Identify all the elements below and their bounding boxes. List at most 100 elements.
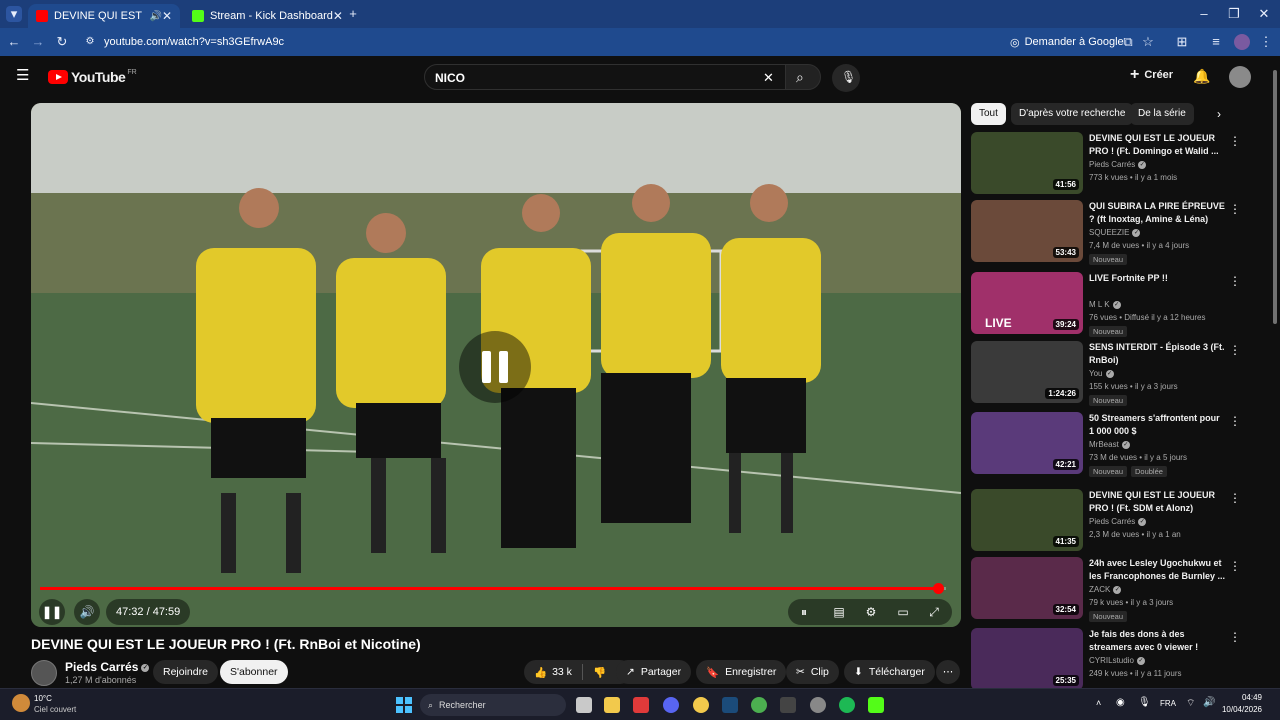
more-vertical-icon[interactable]: ⋮ [1229,343,1241,357]
browser-menu-icon[interactable]: ⋮ [1258,34,1274,50]
tray-overflow-chevron-icon[interactable]: ˄ [1096,698,1101,708]
steam-icon[interactable] [722,697,738,713]
search-button[interactable]: ⌕ [785,64,821,90]
ask-google-button[interactable]: ◎ Demander à Google [1010,34,1124,50]
tab-kick[interactable]: Stream - Kick Dashboard ✕ [184,4,343,28]
chips-next-chevron-icon[interactable]: › [1217,107,1221,121]
spotify-icon[interactable] [839,697,855,713]
account-avatar[interactable] [1229,66,1251,88]
pause-button[interactable]: ❚❚ [39,599,65,625]
volume-button[interactable]: 🔊 [74,599,100,625]
create-button[interactable]: + Créer [1130,67,1173,83]
recommendation-channel[interactable]: Pieds Carrés ✓ [1089,160,1147,169]
recommendation-channel[interactable]: Pieds Carrés ✓ [1089,517,1147,526]
site-info-icon[interactable]: ⚙ [82,34,98,50]
scrollbar-thumb[interactable] [1273,70,1277,324]
url-field[interactable]: youtube.com/watch?v=sh3GEfrwA9c [104,36,284,48]
recommendation-channel[interactable]: ZACK ✓ [1089,585,1122,594]
weather-icon[interactable] [12,694,30,712]
media-app-icon[interactable] [633,697,649,713]
recommendation-title[interactable]: 24h avec Lesley Ugochukwu et les Francop… [1089,557,1227,583]
voice-search-button[interactable]: 🎙 [832,64,860,92]
theater-mode-icon[interactable]: ▭ [895,604,911,620]
join-button[interactable]: Rejoindre [153,660,218,684]
recommendation-title[interactable]: 50 Streamers s'affrontent pour 1 000 000… [1089,412,1227,438]
bookmark-star-icon[interactable]: ☆ [1140,34,1156,50]
fullscreen-icon[interactable]: ⤢ [926,604,942,620]
more-vertical-icon[interactable]: ⋮ [1229,559,1241,573]
recommendation-thumbnail[interactable]: 1:24:26 [971,341,1083,403]
recommendation-channel[interactable]: CYRILstudio ✓ [1089,656,1145,665]
wifi-icon[interactable]: ⌔ [1186,697,1195,710]
recommendation-item[interactable]: 41:56 DEVINE QUI EST LE JOUEUR PRO ! (Ft.… [971,132,1267,196]
subscribe-button[interactable]: S'abonner [220,660,288,684]
channel-avatar[interactable] [31,660,57,686]
save-button[interactable]: 🔖 Enregistrer [696,660,787,684]
recommendation-thumbnail[interactable]: 53:43 [971,200,1083,262]
page-scrollbar[interactable] [1270,56,1280,688]
minimize-icon[interactable]: – [1196,6,1212,22]
clip-button[interactable]: ✂ Clip [786,660,839,684]
new-tab-icon[interactable]: + [345,6,361,22]
restore-icon[interactable]: ❐ [1226,6,1242,22]
recommendation-item[interactable]: 25:35 Je fais des dons à des streamers av… [971,628,1267,692]
recommendation-title[interactable]: LIVE Fortnite PP !! [1089,272,1227,285]
thumbs-down-icon[interactable]: 👎 [593,666,606,679]
recommendation-title[interactable]: SENS INTERDIT - Épisode 3 (Ft. RnBoi) [1089,341,1227,367]
recommendation-item[interactable]: 42:21 50 Streamers s'affrontent pour 1 00… [971,412,1267,477]
taskbar-search-box[interactable]: ⌕ Rechercher [420,694,566,716]
search-input[interactable]: NICO ✕ [424,64,786,90]
recommendation-channel[interactable]: SQUEEZIE ✓ [1089,228,1141,237]
more-vertical-icon[interactable]: ⋮ [1229,202,1241,216]
recommendation-thumbnail[interactable]: 41:35 [971,489,1083,551]
close-tab-icon[interactable]: ✕ [333,9,343,23]
recommendation-title[interactable]: DEVINE QUI EST LE JOUEUR PRO ! (Ft. Domi… [1089,132,1227,158]
recommendation-item[interactable]: 1:24:26 SENS INTERDIT - Épisode 3 (Ft. Rn… [971,341,1267,406]
youtube-logo[interactable]: YouTube FR [48,69,137,85]
recommendation-channel[interactable]: MrBeast ✓ [1089,440,1130,449]
recommendation-thumbnail[interactable]: 25:35 [971,628,1083,690]
autoplay-toggle-icon[interactable]: ⏸ [796,604,812,620]
hamburger-menu-icon[interactable]: ☰ [16,68,32,83]
clock-time[interactable]: 04:49 [1226,693,1262,702]
reload-icon[interactable]: ↻ [54,34,70,50]
profile-avatar-icon[interactable] [1234,34,1250,50]
like-button[interactable]: 👍 33 k [534,666,572,679]
recommendation-channel[interactable]: M L K ✓ [1089,300,1121,309]
language-indicator[interactable]: FRA [1160,699,1176,708]
recommendation-title[interactable]: DEVINE QUI EST LE JOUEUR PRO ! (Ft. SDM … [1089,489,1227,515]
forward-icon[interactable]: → [30,34,46,50]
clock-date[interactable]: 10/04/2026 [1218,705,1262,714]
tab-list-chevron-icon[interactable]: ▾ [6,6,22,22]
recommendation-thumbnail[interactable]: 42:21 [971,412,1083,474]
tab-youtube[interactable]: DEVINE QUI EST LE JOUEUR 🔊 ✕ [28,4,180,28]
recommendation-channel[interactable]: You ✓ [1089,369,1114,378]
obs-icon[interactable] [810,697,826,713]
recommendation-title[interactable]: QUI SUBIRA LA PIRE ÉPREUVE ? (ft Inoxtag… [1089,200,1227,226]
kick-app-icon[interactable] [868,697,884,713]
more-vertical-icon[interactable]: ⋮ [1229,491,1241,505]
more-vertical-icon[interactable]: ⋮ [1229,274,1241,288]
center-pause-button[interactable] [459,331,531,403]
task-view-icon[interactable] [576,697,592,713]
recommendation-thumbnail[interactable]: 41:56 [971,132,1083,194]
download-button[interactable]: ⬇ Télécharger [844,660,935,684]
recommendation-item[interactable]: LIVE 39:24 LIVE Fortnite PP !! M L K ✓ 76 vue… [971,272,1267,337]
mic-tray-icon[interactable]: 🎙 [1138,697,1151,708]
recommendation-item[interactable]: 53:43 QUI SUBIRA LA PIRE ÉPREUVE ? (ft In… [971,200,1267,265]
subtitles-icon[interactable]: ▤ [831,604,847,620]
speaker-icon[interactable]: 🔊 [1203,697,1215,708]
chrome-icon[interactable] [751,697,767,713]
recommendation-thumbnail[interactable]: LIVE 39:24 [971,272,1083,334]
progress-scrubber-handle[interactable] [932,583,944,594]
reading-list-icon[interactable]: ≡ [1208,34,1224,50]
recommendation-title[interactable]: Je fais des dons à des streamers avec 0 … [1089,628,1227,654]
discord-icon[interactable] [663,697,679,713]
chip-series[interactable]: De la série [1130,103,1194,125]
close-tab-icon[interactable]: ✕ [162,9,172,23]
app-yellow-icon[interactable] [693,697,709,713]
notifications-bell-icon[interactable]: 🔔 [1193,68,1210,85]
audio-icon[interactable]: 🔊 [149,11,161,22]
more-actions-button[interactable]: ⋯ [936,660,960,684]
progress-bar[interactable] [40,583,946,594]
